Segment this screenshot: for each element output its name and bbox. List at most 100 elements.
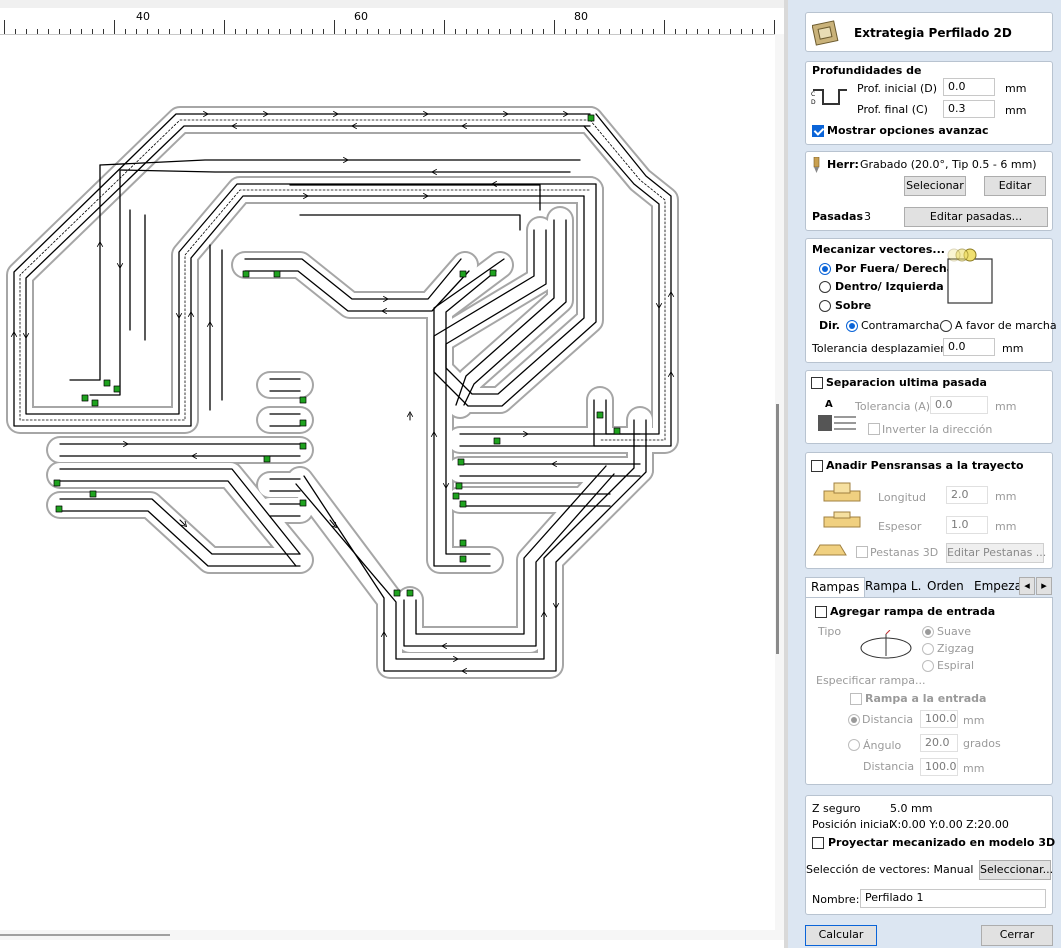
distance2-label: Distancia [863,760,915,773]
tab-length-unit: mm [995,490,1017,503]
offset-tolerance-label: Tolerancia desplazamiento [812,342,959,355]
angle-unit: grados [963,737,1001,750]
profile-toolpath-icon [812,20,839,46]
tool-name: Grabado (20.0°, Tip 0.5 - 6 mm) [860,158,1037,171]
end-depth-unit: mm [1005,104,1027,117]
ramps-tab-content: Agregar rampa de entrada Tipo Suave Zigz… [805,597,1053,785]
last-pass-tolerance-label: Tolerancia (A) [855,400,931,413]
name-label: Nombre: [812,893,860,906]
start-depth-input[interactable]: 0.0 [943,78,995,96]
climb-radio[interactable] [846,320,858,332]
home-position-value: X:0.00 Y:0.00 Z:20.00 [890,818,1009,831]
last-pass-tolerance-unit: mm [995,400,1017,413]
panel-title: Extrategia Perfilado 2D [854,26,1012,40]
tab-thickness-icon [823,511,861,528]
horizontal-ruler: 40 60 80 [0,8,784,35]
tab-ramps[interactable]: Rampas [805,577,866,597]
tabs-3d-checkbox[interactable] [856,546,868,558]
canvas-area[interactable]: 40 60 80 [0,0,788,948]
ruler-tick [4,20,5,34]
svg-text:C: C [811,91,815,98]
smooth-label: Suave [937,625,971,638]
passes-label: Pasadas [812,210,864,223]
add-ramp-checkbox[interactable] [815,606,827,618]
ramp-entry-checkbox[interactable] [850,693,862,705]
distance2-unit: mm [963,762,985,775]
distance-radio[interactable] [848,714,860,726]
vertical-scrollbar[interactable] [775,34,784,934]
add-tabs-checkbox[interactable] [811,460,823,472]
outside-right-radio[interactable] [819,263,831,275]
last-pass-checkbox[interactable] [811,377,823,389]
select-vectors-button[interactable]: Seleccionar... [979,860,1053,880]
tool-label: Herr: [827,158,859,171]
toolpath-name-input[interactable]: Perfilado 1 [860,889,1046,908]
show-advanced-label: Mostrar opciones avanzac [827,124,989,137]
start-depth-unit: mm [1005,82,1027,95]
zigzag-radio[interactable] [922,643,934,655]
distance-input[interactable]: 100.0 [920,710,958,728]
tool-section: Herr: Grabado (20.0°, Tip 0.5 - 6 mm) Se… [805,151,1053,231]
select-tool-button[interactable]: Selecionar [904,176,966,196]
show-advanced-checkbox[interactable] [812,125,824,137]
edit-passes-button[interactable]: Editar pasadas... [904,207,1048,227]
last-pass-heading: Separacion ultima pasada [826,376,987,389]
add-tabs-heading: Anadir Pensransas a la trayecto [826,459,1024,472]
toolpath-view[interactable] [0,34,784,934]
zigzag-label: Zigzag [937,642,975,655]
svg-text:A: A [825,399,833,410]
distance2-input[interactable]: 100.0 [920,758,958,776]
last-pass-tolerance-input[interactable]: 0.0 [930,396,988,414]
depths-heading: Profundidades de [812,64,922,77]
project-3d-checkbox[interactable] [812,837,824,849]
home-position-label: Posición inicial [812,818,893,831]
distance-label: Distancia [862,713,914,726]
ramp-type-label: Tipo [818,625,842,638]
angle-radio[interactable] [848,739,860,751]
ruler-tick [664,20,665,34]
spiral-radio[interactable] [922,660,934,672]
conventional-label: A favor de marcha [955,319,1057,332]
tab-scroll-right-button[interactable]: ▸ [1036,577,1052,595]
on-vector-radio[interactable] [819,300,831,312]
tab-scroll-left-button[interactable]: ◂ [1019,577,1035,595]
angle-input[interactable]: 20.0 [920,734,958,752]
toolpath-outline-white [8,108,677,677]
conventional-radio[interactable] [940,320,952,332]
offset-tolerance-input[interactable]: 0.0 [943,338,995,356]
inside-left-radio[interactable] [819,281,831,293]
engraving-tool-icon [813,157,820,173]
z-safe-value: 5.0 mm [890,802,933,815]
distance-unit: mm [963,714,985,727]
horizontal-scrollbar[interactable] [0,930,784,940]
ruler-label: 40 [136,10,150,23]
depth-diagram-icon: C D [811,89,847,106]
tab-length-input[interactable]: 2.0 [946,486,988,504]
outside-right-label: Por Fuera/ Derecha [835,262,955,275]
invert-direction-checkbox[interactable] [868,423,880,435]
smooth-radio[interactable] [922,626,934,638]
invert-direction-label: Inverter la dirección [882,423,993,436]
tab-lead-ramp[interactable]: Rampa L. [860,577,926,597]
start-depth-label: Prof. inicial (D) [857,82,938,95]
machine-vectors-section: Mecanizar vectores... Por Fuera/ Derecha… [805,238,1057,363]
footer-section: Z seguro 5.0 mm Posición inicial X:0.00 … [805,795,1056,915]
add-tabs-section: Anadir Pensransas a la trayecto Longitud… [805,452,1053,569]
tab-order[interactable]: Orden [922,577,969,597]
tab-thickness-input[interactable]: 1.0 [946,516,988,534]
vector-selection-label: Selección de vectores: Manual [806,863,974,876]
scroll-thumb[interactable] [0,934,170,936]
machine-vectors-heading: Mecanizar vectores... [812,243,945,256]
ruler-tick [114,20,115,34]
last-pass-section: Separacion ultima pasada A Tolerancia (A… [805,370,1053,444]
direction-label: Dir. [819,319,840,332]
project-3d-label: Proyectar mecanizado en modelo 3D [828,836,1056,849]
scroll-thumb[interactable] [776,404,779,654]
tab-thickness-label: Espesor [878,520,922,533]
end-depth-input[interactable]: 0.3 [943,100,995,118]
edit-tool-button[interactable]: Editar [984,176,1046,196]
close-button[interactable]: Cerrar [981,925,1053,946]
edit-tabs-button[interactable]: Editar Pestanas ... [946,543,1046,563]
climb-label: Contramarcha [861,319,940,332]
calculate-button[interactable]: Calcular [805,925,877,946]
